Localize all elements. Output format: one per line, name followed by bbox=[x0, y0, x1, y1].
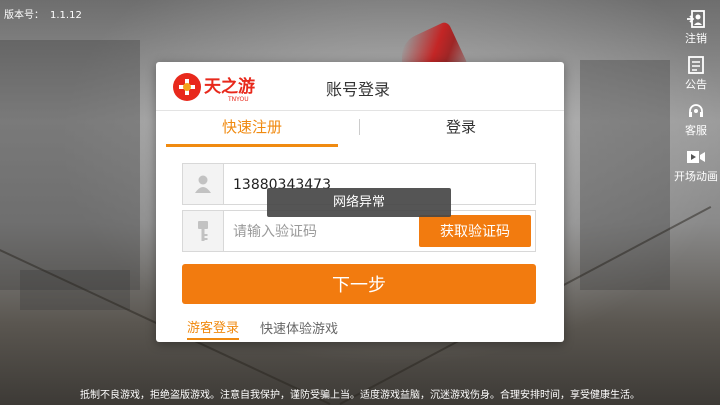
sidebar-item-label: 公告 bbox=[685, 78, 707, 91]
video-icon bbox=[685, 148, 707, 166]
user-icon bbox=[183, 164, 224, 204]
sidebar-item-logout[interactable]: 注销 bbox=[672, 10, 720, 46]
building-right bbox=[580, 60, 670, 290]
dialog-title: 账号登录 bbox=[326, 80, 391, 99]
version-number: 1.1.12 bbox=[50, 10, 82, 21]
logout-icon bbox=[685, 10, 707, 28]
sidebar-item-label: 开场动画 bbox=[674, 170, 718, 183]
dialog-header: 天之游 TNYOU 账号登录 bbox=[156, 62, 564, 111]
guest-login-link[interactable]: 游客登录 bbox=[187, 317, 240, 340]
brand-logo: 天之游 TNYOU bbox=[170, 70, 280, 104]
sidebar-item-label: 客服 bbox=[685, 124, 707, 137]
sidebar: 注销 公告 客服 开场动画 bbox=[672, 10, 720, 194]
health-notice-footer: 抵制不良游戏，拒绝盗版游戏。注意自我保护，谨防受骗上当。适度游戏益脑，沉迷游戏伤… bbox=[80, 390, 640, 401]
sidebar-item-label: 注销 bbox=[685, 32, 707, 45]
headset-icon bbox=[685, 102, 707, 120]
get-code-button[interactable]: 获取验证码 bbox=[419, 215, 531, 247]
svg-text:TNYOU: TNYOU bbox=[227, 96, 249, 103]
sidebar-item-notice[interactable]: 公告 bbox=[672, 56, 720, 92]
tab-divider bbox=[359, 119, 360, 135]
sidebar-item-support[interactable]: 客服 bbox=[672, 102, 720, 138]
version-text: 版本号： 1.1.12 bbox=[4, 6, 82, 21]
version-label: 版本号： bbox=[4, 10, 44, 21]
building-left bbox=[0, 40, 140, 290]
tab-bar: 快速注册 登录 bbox=[166, 110, 554, 147]
sidebar-item-intro-video[interactable]: 开场动画 bbox=[672, 148, 720, 184]
svg-text:天之游: 天之游 bbox=[204, 76, 255, 97]
verification-code-input[interactable] bbox=[231, 219, 415, 245]
key-icon bbox=[183, 211, 224, 251]
next-step-button[interactable]: 下一步 bbox=[182, 264, 536, 304]
tab-login[interactable]: 登录 bbox=[361, 110, 561, 144]
network-error-toast: 网络异常 bbox=[267, 188, 451, 217]
guest-login-subtitle: 快速体验游戏 bbox=[260, 322, 339, 337]
notice-icon bbox=[685, 56, 707, 74]
tab-quick-register[interactable]: 快速注册 bbox=[166, 110, 338, 147]
